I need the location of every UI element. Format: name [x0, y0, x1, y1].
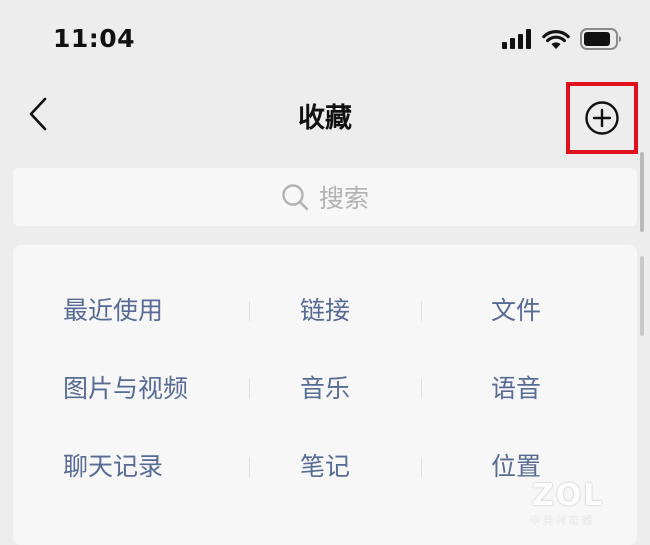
search-input[interactable]: 搜索 — [13, 168, 637, 226]
category-row: 最近使用 链接 文件 — [13, 281, 637, 341]
search-icon — [282, 184, 309, 211]
divider — [249, 301, 250, 321]
navigation-bar: 收藏 — [0, 82, 650, 154]
category-chat-history[interactable]: 聊天记录 — [63, 437, 163, 497]
divider — [421, 379, 422, 399]
cellular-signal-icon — [502, 29, 531, 49]
add-favorite-button[interactable] — [566, 82, 638, 154]
status-bar: 11:04 — [0, 0, 650, 80]
wifi-icon — [542, 29, 570, 49]
watermark-logo: ZOL — [532, 478, 605, 513]
divider — [249, 457, 250, 477]
page-title: 收藏 — [298, 103, 352, 134]
divider — [249, 379, 250, 399]
category-files[interactable]: 文件 — [491, 281, 541, 341]
status-icons — [502, 28, 622, 50]
plus-circle-icon — [585, 101, 619, 135]
status-time: 11:04 — [53, 24, 136, 53]
scrollbar[interactable] — [640, 152, 644, 232]
category-links[interactable]: 链接 — [300, 296, 350, 325]
divider — [421, 457, 422, 477]
category-row: 图片与视频 音乐 语音 — [13, 359, 637, 419]
category-photos-videos[interactable]: 图片与视频 — [63, 359, 188, 419]
category-recent[interactable]: 最近使用 — [63, 281, 163, 341]
watermark-subtitle: 中关村在线 — [530, 516, 595, 527]
category-music[interactable]: 音乐 — [300, 374, 350, 403]
divider — [421, 301, 422, 321]
search-placeholder: 搜索 — [318, 184, 369, 213]
battery-icon — [580, 28, 622, 50]
category-voice[interactable]: 语音 — [491, 359, 541, 419]
category-notes[interactable]: 笔记 — [300, 452, 350, 481]
scrollbar-track-segment — [640, 256, 644, 336]
watermark: ZOL 中关村在线 — [522, 478, 612, 528]
